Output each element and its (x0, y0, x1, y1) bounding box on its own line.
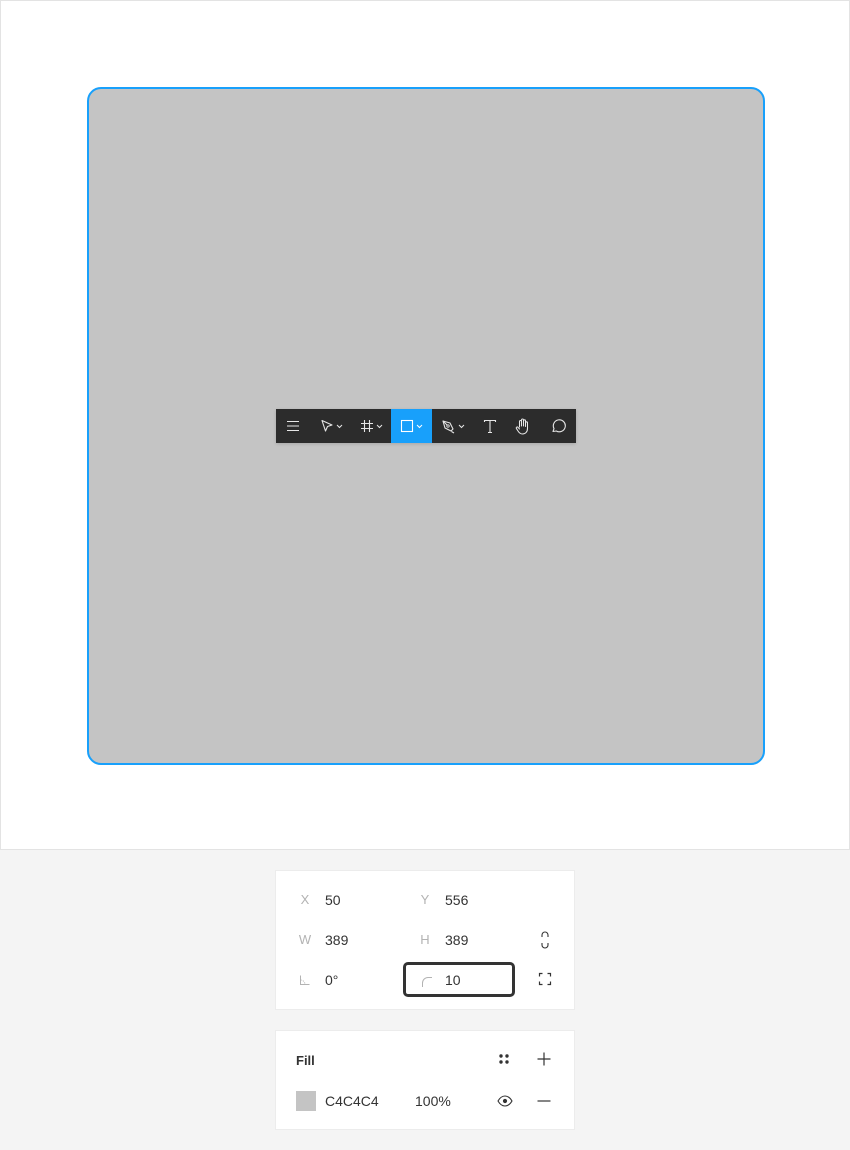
size-row: W 389 H 389 (276, 930, 576, 950)
fill-section-title: Fill (296, 1053, 315, 1068)
text-t-icon (483, 419, 497, 433)
eye-icon[interactable] (497, 1094, 513, 1108)
rotation-field[interactable]: 0° (325, 970, 338, 990)
fill-color-swatch[interactable] (296, 1091, 316, 1111)
toolbar (276, 409, 576, 443)
corner-radius-icon (422, 977, 432, 987)
plus-icon[interactable] (537, 1052, 551, 1066)
chevron-down-icon (458, 424, 465, 428)
x-field[interactable]: 50 (325, 890, 341, 910)
y-label: Y (420, 892, 430, 907)
cursor-arrow-icon (320, 419, 333, 432)
angle-icon (300, 975, 310, 985)
h-field[interactable]: 389 (445, 930, 468, 950)
square-icon (400, 419, 414, 433)
minus-icon[interactable] (537, 1094, 551, 1108)
y-field[interactable]: 556 (445, 890, 468, 910)
h-label: H (420, 932, 430, 947)
comment-tool-button[interactable] (540, 409, 576, 443)
w-field[interactable]: 389 (325, 930, 348, 950)
hand-icon (515, 417, 529, 435)
chevron-down-icon (376, 424, 383, 428)
corner-radius-value[interactable]: 10 (445, 970, 461, 990)
four-dots-style-icon[interactable] (497, 1052, 511, 1066)
text-tool-button[interactable] (474, 409, 506, 443)
corner-radius-field[interactable]: 10 (403, 962, 515, 997)
rectangle-tool-button[interactable] (391, 409, 432, 443)
hamburger-icon (287, 420, 299, 432)
position-row: X 50 Y 556 (276, 890, 576, 910)
x-label: X (300, 892, 310, 907)
chevron-down-icon (336, 424, 342, 428)
main-menu-button[interactable] (276, 409, 310, 443)
w-label: W (298, 932, 312, 947)
frame-tool-button[interactable] (352, 409, 391, 443)
transform-properties-panel: X 50 Y 556 W 389 H 389 0° 10 (275, 870, 575, 1010)
independent-corners-icon[interactable] (538, 972, 552, 986)
move-tool-button[interactable] (310, 409, 352, 443)
fill-opacity-field[interactable]: 100% (415, 1091, 451, 1111)
chevron-down-icon (416, 424, 423, 428)
speech-bubble-icon (552, 419, 566, 433)
hash-frame-icon (361, 420, 373, 432)
link-proportions-icon[interactable] (538, 930, 552, 950)
canvas[interactable] (0, 0, 850, 850)
fill-hex-field[interactable]: C4C4C4 (325, 1091, 379, 1111)
hand-tool-button[interactable] (506, 409, 540, 443)
pen-nib-icon (442, 419, 455, 433)
pen-tool-button[interactable] (432, 409, 474, 443)
fill-panel: Fill C4C4C4 100% (275, 1030, 575, 1130)
